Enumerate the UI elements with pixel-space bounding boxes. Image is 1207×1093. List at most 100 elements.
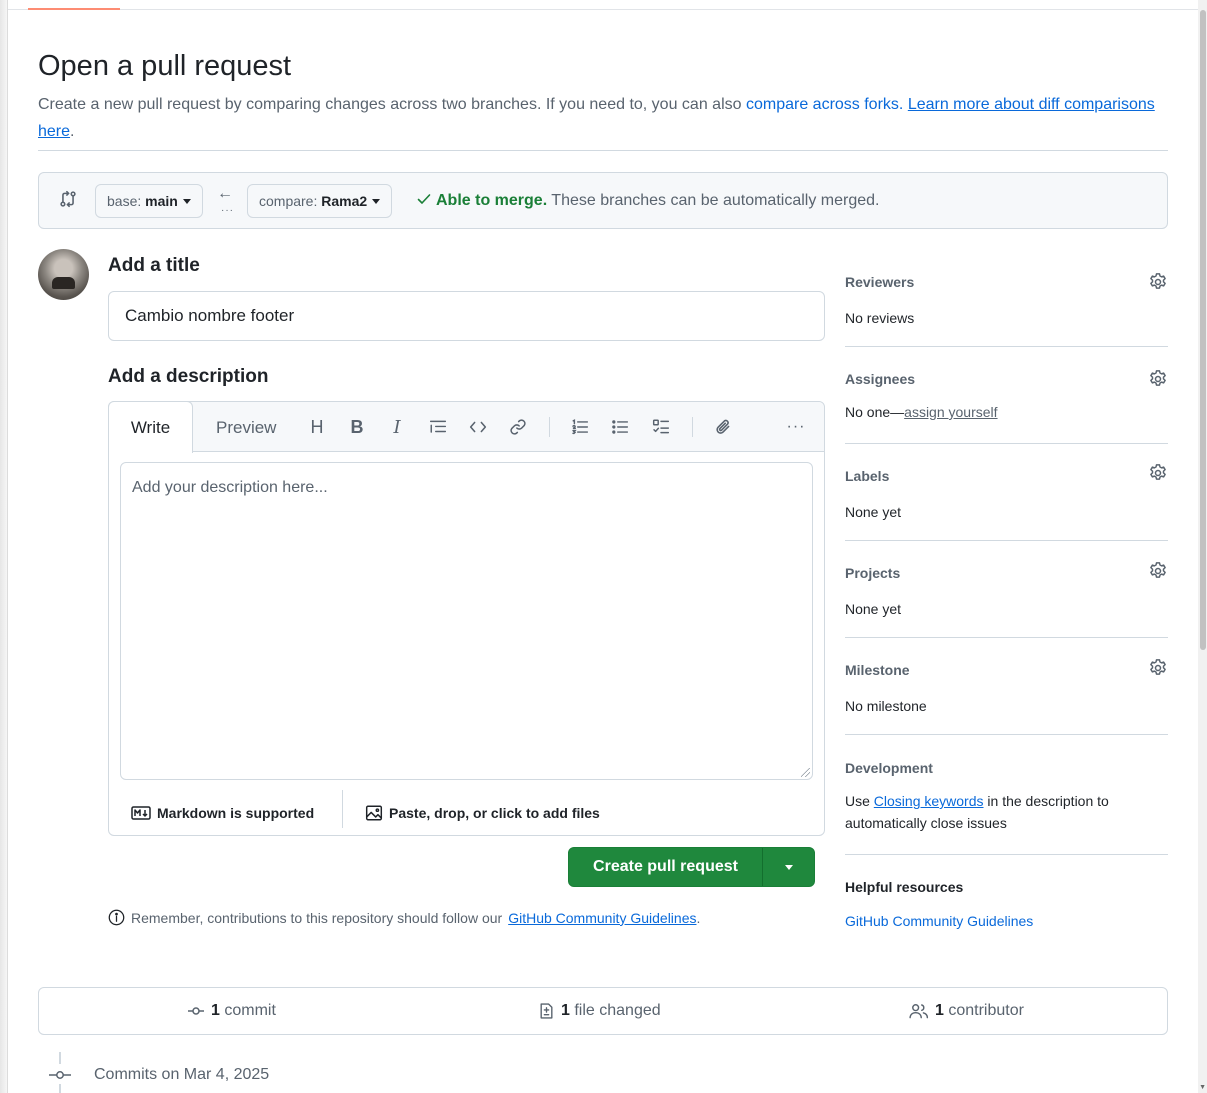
assignees-none: No one— [845,404,905,420]
compare-branch-value: Rama2 [321,193,368,209]
community-guidelines-link[interactable]: GitHub Community Guidelines [508,910,696,926]
git-commit-icon [188,1007,204,1015]
italic-button[interactable]: I [386,416,408,438]
intro-end: . [70,123,75,140]
page-intro: Create a new pull request by comparing c… [38,91,1178,145]
gear-icon[interactable] [1148,272,1168,292]
gear-icon[interactable] [1148,463,1168,483]
avatar[interactable] [38,249,89,300]
toolbar-divider [549,417,550,437]
tab-preview[interactable]: Preview [216,402,276,452]
closing-keywords-link[interactable]: Closing keywords [874,793,984,809]
editor-toolbar: Write Preview H B I ··· [108,401,824,453]
attach-button[interactable] [712,416,734,438]
heading-button[interactable]: H [306,416,328,438]
development-pre: Use [845,793,870,809]
commits-count: 1 [211,1002,220,1019]
sidebar-divider [845,637,1168,638]
sidebar-divider [845,540,1168,541]
scrollbar[interactable]: ▼ [1198,0,1207,1093]
bold-button[interactable]: B [346,416,368,438]
link-icon [510,419,526,435]
scrollbar-thumb[interactable] [1200,10,1206,650]
merge-status: Able to merge. These branches can be aut… [416,191,879,212]
tab-write[interactable]: Write [108,401,193,453]
markdown-support-link[interactable]: Markdown is supported [131,790,314,835]
resize-handle[interactable] [801,768,810,777]
scroll-down-arrow[interactable]: ▼ [1199,1084,1206,1091]
assignees-value: No one—assign yourself [845,401,998,423]
title-input[interactable]: Cambio nombre footer [108,291,825,341]
reminder-end: . [696,909,701,926]
create-pull-request-label[interactable]: Create pull request [569,848,762,886]
check-icon [416,191,432,212]
sidebar-labels: Labels None yet [845,454,1168,540]
attach-note: Paste, drop, or click to add files [389,804,600,821]
milestone-value: No milestone [845,698,927,714]
pr-stats-bar: 1 commit 1 file changed 1 contributor [38,987,1168,1035]
compare-forks-link[interactable]: compare across forks. [746,96,903,113]
base-branch-select[interactable]: base: main [95,184,203,218]
add-files-button[interactable]: Paste, drop, or click to add files [365,790,600,835]
active-tab-indicator [28,8,120,10]
branch-compare-bar: base: main ← ··· compare: Rama2 Able to … [38,172,1168,229]
base-branch-label: base: [107,193,142,209]
quote-icon [429,420,447,433]
gear-icon[interactable] [1148,561,1168,581]
commits-date: Commits on Mar 4, 2025 [94,1066,270,1083]
create-pull-request-button[interactable]: Create pull request [568,847,815,887]
code-icon [469,421,487,433]
helpful-resources-value: GitHub Community Guidelines [845,910,1033,932]
unordered-list-button[interactable] [609,416,631,438]
task-list-icon [652,419,670,434]
code-button[interactable] [467,416,489,438]
description-heading: Add a description [108,366,269,387]
more-options-button[interactable]: ··· [785,416,807,438]
projects-title: Projects [845,565,901,581]
labels-value: None yet [845,504,902,520]
sidebar-guidelines-link[interactable]: GitHub Community Guidelines [845,913,1033,929]
create-options-dropdown[interactable] [763,848,815,886]
link-button[interactable] [507,416,529,438]
ordered-list-button[interactable] [569,416,591,438]
assignees-title: Assignees [845,371,916,387]
gear-icon[interactable] [1148,369,1168,389]
chevron-down-icon [372,199,381,204]
title-heading: Add a title [108,255,200,276]
arrow-left-icon: ← [217,185,233,202]
gear-icon[interactable] [1148,658,1168,678]
quote-button[interactable] [427,416,449,438]
reviewers-value: No reviews [845,310,915,326]
reminder-text: Remember, contributions to this reposito… [131,909,503,926]
milestone-title: Milestone [845,662,910,678]
files-changed-tab[interactable]: 1 file changed [538,988,661,1034]
description-placeholder: Add your description here... [132,479,328,496]
files-count: 1 [561,1002,570,1019]
task-list-button[interactable] [650,416,672,438]
files-label: file changed [574,1002,661,1019]
contributors-tab[interactable]: 1 contributor [909,988,1024,1034]
image-icon [365,805,383,820]
sidebar-milestone: Milestone No milestone [845,648,1168,734]
sidebar-divider [845,854,1168,855]
intro-divider [38,150,1168,151]
window-left-edge [0,0,8,1093]
info-icon [108,909,125,926]
helpful-resources-title: Helpful resources [845,879,964,895]
chevron-down-icon [785,864,793,870]
contribution-reminder: Remember, contributions to this reposito… [108,909,700,926]
commits-tab[interactable]: 1 commit [187,988,276,1034]
reviewers-title: Reviewers [845,274,915,290]
assign-yourself-link[interactable]: assign yourself [904,404,997,420]
people-icon [909,1004,929,1019]
development-title: Development [845,760,933,776]
intro-text: Create a new pull request by comparing c… [38,96,742,113]
sidebar-divider [845,734,1168,735]
compare-branch-select[interactable]: compare: Rama2 [247,184,393,218]
description-textarea[interactable]: Add your description here... [120,462,813,780]
file-diff-icon [540,1003,553,1019]
merge-status-label: Able to merge. [436,192,548,209]
base-branch-value: main [145,193,178,209]
unordered-list-icon [612,420,629,434]
sidebar-helpful-resources: Helpful resources GitHub Community Guide… [845,865,1168,945]
